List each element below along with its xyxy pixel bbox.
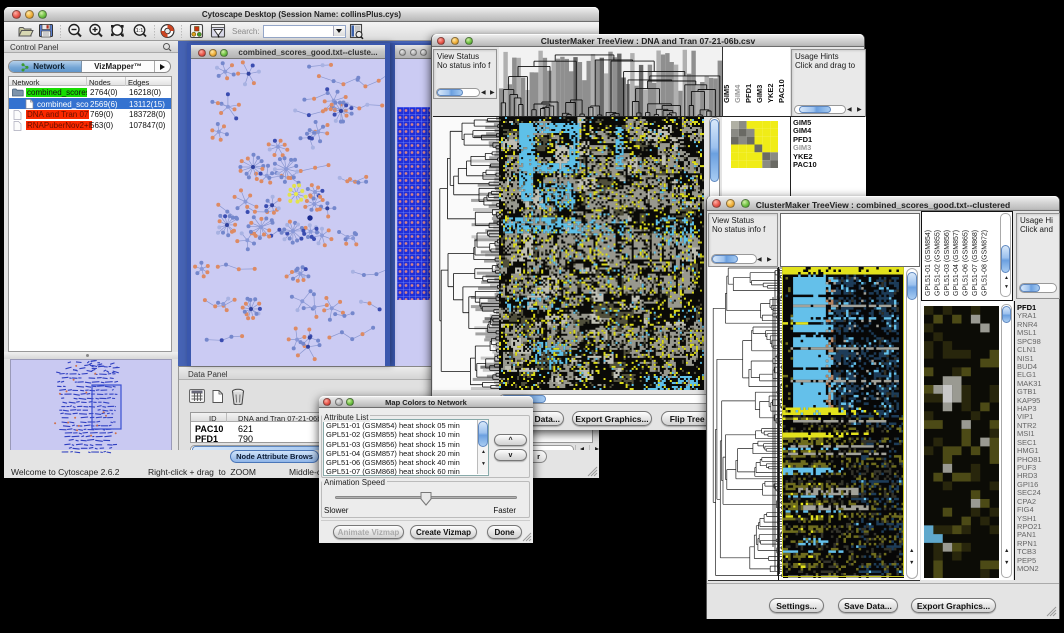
svg-text:YKE2: YKE2 bbox=[766, 83, 775, 103]
svg-text:GPL51-02 (GSM855): GPL51-02 (GSM855) bbox=[934, 230, 941, 296]
svg-text:1:1: 1:1 bbox=[136, 28, 144, 34]
svg-text:GPL51-06 (GSM865): GPL51-06 (GSM865) bbox=[963, 230, 970, 296]
svg-text:GPL51-07 (GSM868): GPL51-07 (GSM868) bbox=[972, 230, 979, 296]
svg-text:GPL51-04 (GSM857): GPL51-04 (GSM857) bbox=[953, 230, 960, 296]
svg-text:GIM4: GIM4 bbox=[733, 84, 742, 103]
svg-text:PAC10: PAC10 bbox=[777, 79, 786, 103]
svg-text:GIM3: GIM3 bbox=[755, 85, 764, 103]
svg-text:GIM5: GIM5 bbox=[722, 85, 731, 103]
svg-text:GPL51-03 (GSM856): GPL51-03 (GSM856) bbox=[944, 230, 951, 296]
svg-text:GPL51-01 (GSM854): GPL51-01 (GSM854) bbox=[925, 230, 932, 296]
svg-text:PFD1: PFD1 bbox=[744, 84, 753, 103]
svg-text:GPL51-08 (GSM872): GPL51-08 (GSM872) bbox=[981, 230, 988, 296]
